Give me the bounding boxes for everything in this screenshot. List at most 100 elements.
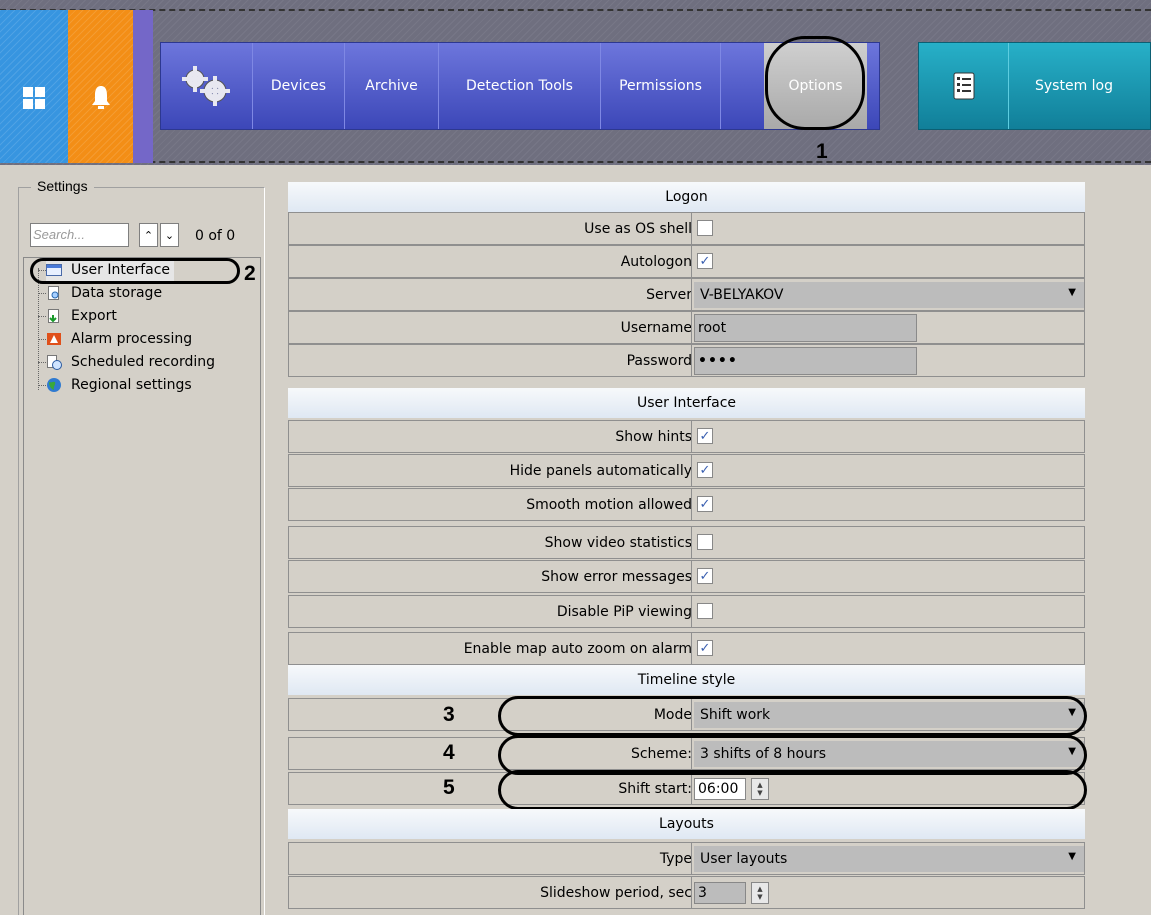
row-server: Server V-BELYAKOV ▼ (288, 278, 1085, 311)
row-type: Type User layouts ▼ (288, 842, 1085, 875)
checkmark-icon: ✓ (699, 253, 711, 269)
layout-type-value: User layouts (700, 851, 788, 867)
hide-panels-checkbox[interactable]: ✓ (697, 462, 713, 478)
checkmark-icon: ✓ (699, 568, 711, 584)
bell-icon (91, 86, 110, 109)
row-label: Slideshow period, sec (540, 884, 692, 901)
tab-system-log[interactable]: System log (1009, 43, 1139, 129)
section-logon: Logon (288, 182, 1085, 212)
checkmark-icon: ✓ (699, 496, 711, 512)
row-smooth-motion: Smooth motion allowed ✓ (288, 488, 1085, 521)
log-button[interactable] (919, 43, 1009, 129)
callout-number-2: 2 (244, 262, 256, 285)
top-divider (0, 9, 1151, 11)
tree-item-label: Scheduled recording (71, 354, 216, 370)
globe-icon (47, 378, 61, 392)
tree-item-label: Data storage (71, 285, 163, 301)
row-label: Type (659, 850, 692, 867)
server-value: V-BELYAKOV (700, 287, 784, 303)
chevron-up-icon: ⌃ (143, 228, 154, 242)
search-next-button[interactable]: ⌄ (160, 223, 179, 247)
row-password: Password •••• (288, 344, 1085, 377)
row-label: Show error messages (541, 568, 692, 585)
tab-devices[interactable]: Devices (253, 43, 345, 129)
row-label: Enable map auto zoom on alarm (463, 640, 692, 657)
row-label: Hide panels automatically (509, 462, 692, 479)
tree-item-label: Regional settings (71, 377, 192, 393)
row-label: Disable PiP viewing (556, 603, 692, 620)
tree-branch (38, 293, 46, 294)
tree-item-export[interactable]: Export (46, 305, 117, 327)
row-hide-panels: Hide panels automatically ✓ (288, 454, 1085, 487)
storage-search-icon (48, 286, 59, 300)
autologon-checkbox[interactable]: ✓ (697, 253, 713, 269)
dropdown-arrow-icon: ▼ (1068, 287, 1076, 298)
search-prev-button[interactable]: ⌃ (139, 223, 158, 247)
row-label: Server (646, 286, 692, 303)
row-slideshow-period: Slideshow period, sec 3 ▲ ▼ (288, 876, 1085, 909)
row-label: Smooth motion allowed (526, 496, 692, 513)
top-toolbar: Devices Archive Detection Tools Permissi… (0, 0, 1151, 165)
tree-item-alarm-processing[interactable]: Alarm processing (46, 328, 192, 350)
row-map-auto-zoom: Enable map auto zoom on alarm ✓ (288, 632, 1085, 665)
tab-archive[interactable]: Archive (345, 43, 439, 129)
row-label: Password (626, 352, 692, 369)
smooth-motion-checkbox[interactable]: ✓ (697, 496, 713, 512)
layout-type-select[interactable]: User layouts ▼ (694, 846, 1084, 872)
show-hints-checkbox[interactable]: ✓ (697, 428, 713, 444)
slideshow-period-input[interactable]: 3 (694, 882, 746, 904)
callout-number-1: 1 (816, 140, 828, 163)
tree-branch (38, 316, 46, 317)
checklist-icon (953, 72, 974, 100)
os-shell-checkbox[interactable] (697, 220, 713, 236)
bottom-divider (0, 161, 1151, 163)
row-label: Use as OS shell (584, 220, 692, 237)
search-input[interactable]: Search... (30, 223, 129, 247)
server-select[interactable]: V-BELYAKOV ▼ (694, 282, 1084, 308)
alarm-icon (47, 333, 61, 345)
disable-pip-checkbox[interactable] (697, 603, 713, 619)
row-username: Username root (288, 311, 1085, 344)
row-label: Autologon (620, 253, 692, 270)
map-auto-zoom-checkbox[interactable]: ✓ (697, 640, 713, 656)
checkmark-icon: ✓ (699, 640, 711, 656)
triangle-down-icon: ▼ (757, 893, 763, 901)
settings-title: Settings (31, 178, 94, 194)
section-timeline-style: Timeline style (288, 665, 1085, 695)
settings-tree: User Interface Data storage Export Alarm… (23, 257, 261, 915)
row-disable-pip: Disable PiP viewing (288, 595, 1085, 628)
password-input[interactable]: •••• (694, 347, 917, 375)
row-use-as-os-shell: Use as OS shell (288, 212, 1085, 245)
tree-item-data-storage[interactable]: Data storage (46, 282, 162, 304)
error-messages-checkbox[interactable]: ✓ (697, 568, 713, 584)
settings-panel: Settings Search... ⌃ ⌄ 0 of 0 User Inter… (18, 178, 265, 915)
chevron-down-icon: ⌄ (164, 228, 175, 242)
tree-item-scheduled-recording[interactable]: Scheduled recording (46, 351, 215, 373)
tree-connector (38, 268, 39, 390)
video-statistics-checkbox[interactable] (697, 534, 713, 550)
tree-branch (38, 362, 46, 363)
tree-item-regional-settings[interactable]: Regional settings (46, 374, 192, 396)
layouts-tile[interactable] (0, 10, 68, 163)
slideshow-period-stepper[interactable]: ▲ ▼ (751, 882, 769, 904)
tree-item-label: Alarm processing (71, 331, 193, 347)
tree-item-label: Export (71, 308, 117, 324)
row-error-messages: Show error messages ✓ (288, 560, 1085, 593)
tab-permissions[interactable]: Permissions (601, 43, 721, 129)
callout-ring-shift-start (498, 770, 1087, 810)
accent-strip (133, 10, 153, 163)
row-video-statistics: Show video statistics (288, 526, 1085, 559)
username-input[interactable]: root (694, 314, 917, 342)
export-icon (48, 309, 59, 323)
callout-ring-options (765, 36, 865, 130)
schedule-icon (47, 355, 62, 370)
callout-number-4: 4 (443, 741, 455, 764)
windows-grid-icon (23, 87, 45, 109)
section-user-interface: User Interface (288, 388, 1085, 418)
triangle-up-icon: ▲ (757, 885, 763, 893)
settings-gears-button[interactable] (161, 43, 253, 129)
alarm-tile[interactable] (68, 10, 133, 163)
callout-ring-scheme (498, 735, 1087, 775)
tab-detection-tools[interactable]: Detection Tools (439, 43, 601, 129)
dropdown-arrow-icon: ▼ (1068, 851, 1076, 862)
